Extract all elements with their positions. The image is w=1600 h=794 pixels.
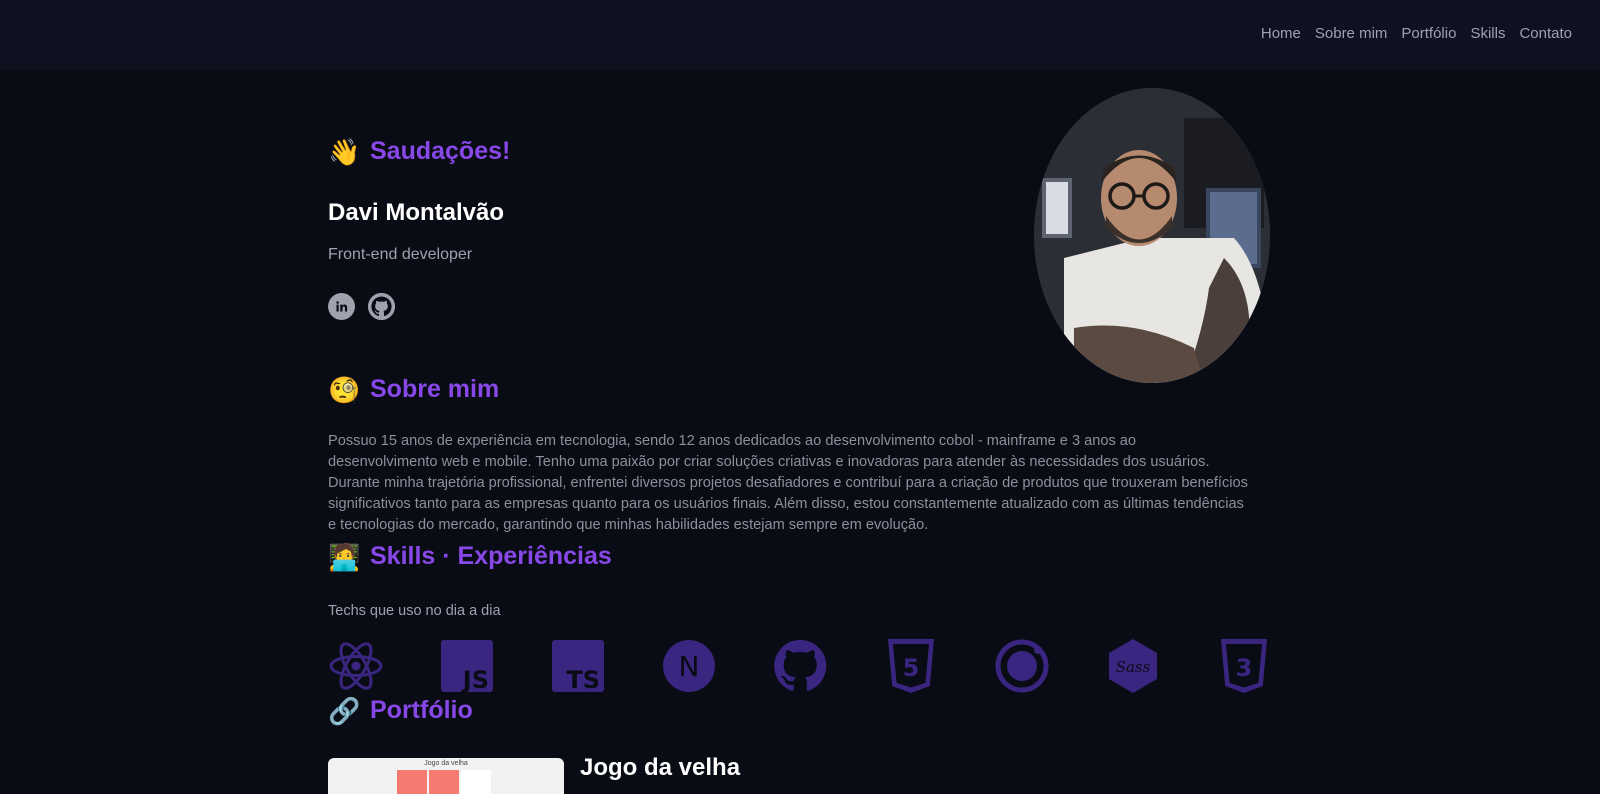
project-thumbnail[interactable]: Jogo da velha bbox=[328, 758, 564, 794]
linkedin-icon[interactable] bbox=[328, 293, 355, 320]
link-icon: 🔗 bbox=[328, 695, 361, 726]
javascript-icon-label: JS bbox=[461, 666, 489, 694]
nextjs-icon: N bbox=[661, 638, 717, 694]
social-links bbox=[328, 293, 395, 320]
skills-title: Skills · Experiências bbox=[370, 542, 612, 570]
skills-subtitle: Techs que uso no dia a dia bbox=[328, 603, 501, 619]
nav-links: Home Sobre mim Portfólio Skills Contato bbox=[1261, 25, 1572, 42]
waving-hand-icon: 👋 bbox=[328, 136, 361, 167]
about-heading: 🧐 Sobre mim bbox=[328, 375, 499, 404]
person-role: Front-end developer bbox=[328, 246, 473, 263]
tech-icons: JS TS N 5 Sass 3 bbox=[328, 638, 1268, 694]
technologist-icon: 🧑‍💻 bbox=[328, 541, 361, 572]
nextjs-icon-label: N bbox=[679, 650, 700, 683]
project-title[interactable]: Jogo da velha bbox=[580, 754, 740, 782]
nav-home[interactable]: Home bbox=[1261, 25, 1301, 42]
sass-icon-label: Sass bbox=[1116, 658, 1151, 676]
about-text: Possuo 15 anos de experiência em tecnolo… bbox=[328, 433, 1248, 533]
typescript-icon: TS bbox=[550, 638, 606, 694]
github-icon[interactable] bbox=[368, 293, 395, 320]
person-name: Davi Montalvão bbox=[328, 199, 505, 226]
about-title: Sobre mim bbox=[370, 375, 500, 403]
portfolio-heading: 🔗 Portfólio bbox=[328, 696, 473, 725]
github-icon bbox=[772, 638, 828, 694]
avatar bbox=[1034, 88, 1270, 383]
sass-icon: Sass bbox=[1105, 638, 1161, 694]
board-cell bbox=[461, 770, 491, 794]
react-icon bbox=[328, 638, 384, 694]
board-cell bbox=[429, 770, 459, 794]
project-thumbnail-title: Jogo da velha bbox=[424, 760, 468, 767]
ionic-icon bbox=[994, 638, 1050, 694]
nav-contato[interactable]: Contato bbox=[1519, 25, 1572, 42]
nav-portfolio[interactable]: Portfólio bbox=[1401, 25, 1456, 42]
html5-icon-label: 5 bbox=[903, 654, 920, 682]
skills-heading: 🧑‍💻 Skills · Experiências bbox=[328, 542, 612, 571]
top-navbar: Home Sobre mim Portfólio Skills Contato bbox=[0, 0, 1600, 70]
greeting-text: Saudações! bbox=[370, 137, 511, 165]
html5-icon: 5 bbox=[883, 638, 939, 694]
nav-sobre-mim[interactable]: Sobre mim bbox=[1315, 25, 1388, 42]
nav-skills[interactable]: Skills bbox=[1470, 25, 1505, 42]
typescript-icon-label: TS bbox=[566, 666, 600, 694]
javascript-icon: JS bbox=[439, 638, 495, 694]
portfolio-title: Portfólio bbox=[370, 696, 473, 724]
greeting-heading: 👋 Saudações! bbox=[328, 137, 510, 166]
monocle-face-icon: 🧐 bbox=[328, 374, 361, 405]
css3-icon-label: 3 bbox=[1236, 654, 1253, 682]
board-cell bbox=[397, 770, 427, 794]
css3-icon: 3 bbox=[1216, 638, 1272, 694]
